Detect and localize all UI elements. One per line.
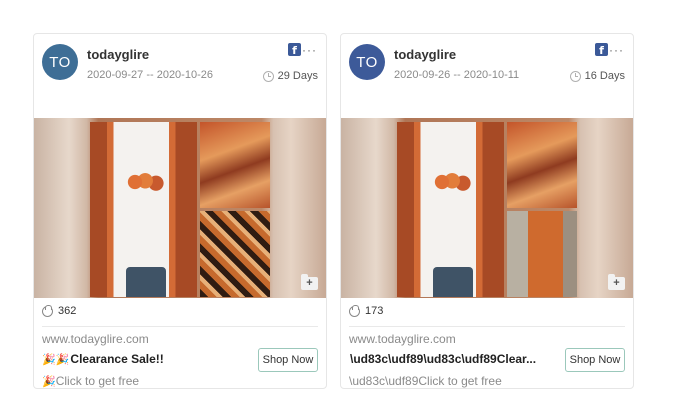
shop-now-button[interactable]: Shop Now xyxy=(258,348,318,372)
description-text: \ud83c\udf89Click to get free xyxy=(349,374,502,388)
product-photo-sweater xyxy=(507,211,577,297)
ad-duration: 16 Days xyxy=(569,70,625,82)
ad-media-image[interactable]: + xyxy=(341,118,633,298)
ad-headline: 🎉🎉Clearance Sale!! xyxy=(42,352,252,366)
ad-card: TO todayglire 2020-09-27 -- 2020-10-26 f… xyxy=(33,33,327,389)
facebook-icon: f xyxy=(595,43,608,56)
duration-days: 29 Days xyxy=(277,70,318,82)
more-options-icon[interactable]: ··· xyxy=(609,44,624,56)
like-icon xyxy=(42,304,53,317)
advertiser-avatar[interactable]: TO xyxy=(349,44,385,80)
product-photo-cardigan xyxy=(200,211,270,297)
party-emoji: 🎉🎉 xyxy=(42,354,70,366)
ad-domain[interactable]: www.todayglire.com xyxy=(42,332,149,346)
product-photo-main xyxy=(90,122,197,297)
likes-count: 173 xyxy=(365,305,384,317)
headline-text: Clearance Sale!! xyxy=(70,352,164,366)
ad-description: \ud83c\udf89Click to get free xyxy=(349,374,502,388)
ad-date-range: 2020-09-27 -- 2020-10-26 xyxy=(87,69,213,81)
ad-media-image[interactable]: + xyxy=(34,118,326,298)
likes: 173 xyxy=(349,304,384,317)
advertiser-name[interactable]: todayglire xyxy=(87,47,149,62)
ad-duration: 29 Days xyxy=(262,70,318,82)
ad-headline: \ud83c\udf89\ud83c\udf89Clear... xyxy=(349,352,559,366)
ad-card: TO todayglire 2020-09-26 -- 2020-10-11 f… xyxy=(340,33,634,389)
product-photo-scarf xyxy=(507,122,577,208)
likes: 362 xyxy=(42,304,77,317)
clock-icon xyxy=(262,70,274,82)
divider xyxy=(349,326,625,327)
duration-days: 16 Days xyxy=(584,70,625,82)
shop-now-button[interactable]: Shop Now xyxy=(565,348,625,372)
ad-date-range: 2020-09-26 -- 2020-10-11 xyxy=(394,69,520,81)
clock-icon xyxy=(569,70,581,82)
facebook-icon: f xyxy=(288,43,301,56)
headline-text: \ud83c\udf89\ud83c\udf89Clear... xyxy=(350,352,537,366)
product-photo-scarf xyxy=(200,122,270,208)
description-text: Click to get free xyxy=(55,374,140,388)
advertiser-name[interactable]: todayglire xyxy=(394,47,456,62)
party-emoji: 🎉 xyxy=(42,376,56,388)
product-photo-main xyxy=(397,122,504,297)
ad-description: 🎉Click to get free xyxy=(42,374,139,388)
add-to-folder-icon[interactable]: + xyxy=(608,274,625,290)
more-options-icon[interactable]: ··· xyxy=(302,44,317,56)
ad-domain[interactable]: www.todayglire.com xyxy=(349,332,456,346)
advertiser-avatar[interactable]: TO xyxy=(42,44,78,80)
like-icon xyxy=(349,304,360,317)
likes-count: 362 xyxy=(58,305,77,317)
add-to-folder-icon[interactable]: + xyxy=(301,274,318,290)
divider xyxy=(42,326,318,327)
